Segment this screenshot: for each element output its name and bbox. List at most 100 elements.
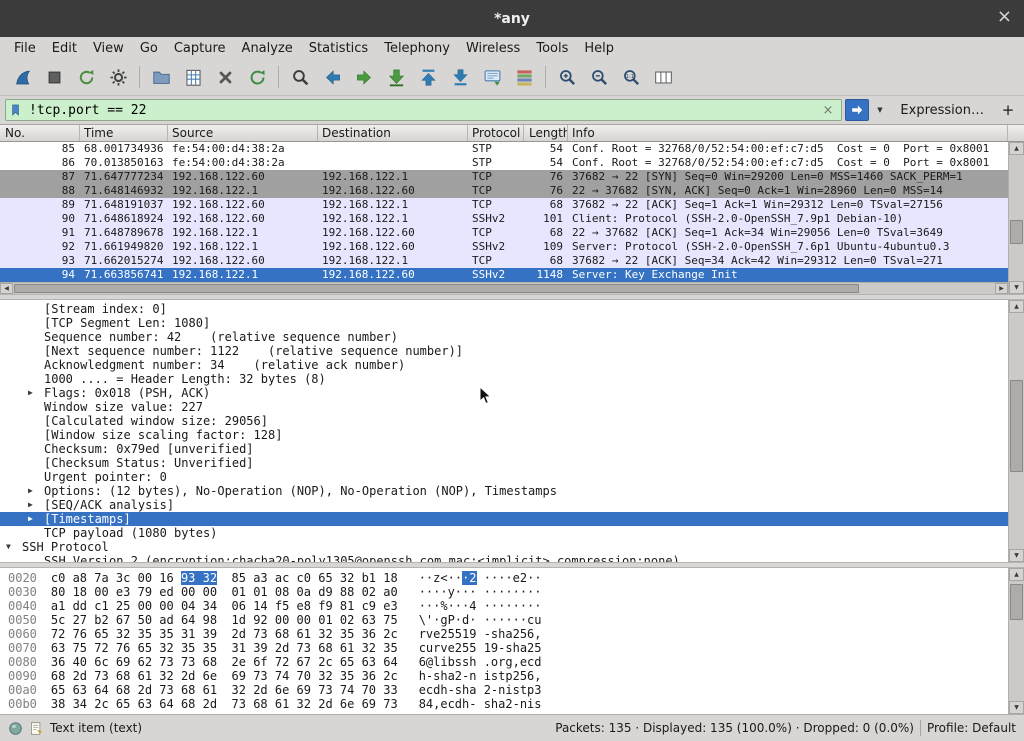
toolbar-start-capture-button[interactable] [7,63,37,91]
scroll-down-arrow[interactable] [1009,701,1024,714]
bytes-vertical-scrollbar[interactable] [1008,568,1024,714]
titlebar[interactable]: *any [0,0,1024,37]
menu-edit[interactable]: Edit [44,39,85,58]
toolbar-zoom-in-button[interactable] [552,63,582,91]
column-header-length[interactable]: Length [524,125,568,141]
capture-comment-icon[interactable] [29,721,44,736]
detail-line-checksum-status[interactable]: [Checksum Status: Unverified] [0,456,1008,470]
scroll-down-arrow[interactable] [1009,549,1024,562]
toolbar-go-last-button[interactable] [445,63,475,91]
menu-help[interactable]: Help [576,39,622,58]
detail-line-ssh-protocol[interactable]: SSH Protocol [0,540,1008,554]
detail-line-stream-index[interactable]: [Stream index: 0] [0,302,1008,316]
detail-line-options[interactable]: Options: (12 bytes), No-Operation (NOP),… [0,484,1008,498]
toolbar-resize-columns-button[interactable] [648,63,678,91]
expand-arrow-icon[interactable] [28,498,44,512]
detail-line-window-scaling[interactable]: [Window size scaling factor: 128] [0,428,1008,442]
scroll-left-arrow[interactable] [0,283,13,294]
expand-arrow-icon[interactable] [28,386,44,400]
toolbar-find-packet-button[interactable] [285,63,315,91]
detail-line-timestamps-selected[interactable]: [Timestamps] [0,512,1008,526]
vertical-scrollbar-thumb[interactable] [1010,220,1023,244]
clear-filter-icon[interactable] [819,103,838,118]
toolbar-zoom-out-button[interactable] [584,63,614,91]
toolbar-save-file-button[interactable] [178,63,208,91]
packet-row-87[interactable]: 8771.647777234192.168.122.60192.168.122.… [0,170,1008,184]
menu-statistics[interactable]: Statistics [301,39,376,58]
packet-row-89[interactable]: 8971.648191037192.168.122.60192.168.122.… [0,198,1008,212]
menu-analyze[interactable]: Analyze [234,39,301,58]
detail-line-ack-number[interactable]: Acknowledgment number: 34 (relative ack … [0,358,1008,372]
scroll-right-arrow[interactable] [995,283,1008,294]
detail-line-sequence-number[interactable]: Sequence number: 42 (relative sequence n… [0,330,1008,344]
add-filter-button[interactable]: + [997,101,1019,119]
toolbar-stop-capture-button[interactable] [39,63,69,91]
toolbar-open-file-button[interactable] [146,63,176,91]
display-filter-input[interactable]: !tcp.port == 22 [5,99,842,121]
hex-row[interactable]: 00b038 34 2c 65 63 64 68 2d 73 68 61 32 … [8,697,1008,711]
packet-row-94-selected[interactable]: 9471.663856741192.168.122.1192.168.122.6… [0,268,1008,282]
expression-button[interactable]: Expression… [890,103,994,118]
menu-file[interactable]: File [6,39,44,58]
packet-row-88[interactable]: 8871.648146932192.168.122.1192.168.122.6… [0,184,1008,198]
detail-line-next-sequence[interactable]: [Next sequence number: 1122 (relative se… [0,344,1008,358]
status-profile[interactable]: Profile: Default [927,721,1016,735]
filter-bookmark-icon[interactable] [10,102,23,118]
window-close-button[interactable] [997,7,1012,27]
toolbar-go-forward-button[interactable] [349,63,379,91]
horizontal-scrollbar-thumb[interactable] [14,284,859,293]
expert-info-icon[interactable] [8,721,23,736]
column-header-no[interactable]: No. [0,125,80,141]
filter-history-dropdown[interactable] [872,99,887,121]
hex-row[interactable]: 00a065 63 64 68 2d 73 68 61 32 2d 6e 69 … [8,683,1008,697]
details-vertical-scrollbar[interactable] [1008,300,1024,562]
column-header-time[interactable]: Time [80,125,168,141]
menu-telephony[interactable]: Telephony [376,39,458,58]
hex-row[interactable]: 00505c 27 b2 67 50 ad 64 98 1d 92 00 00 … [8,613,1008,627]
toolbar-capture-options-button[interactable] [103,63,133,91]
detail-line-checksum[interactable]: Checksum: 0x79ed [unverified] [0,442,1008,456]
menu-wireless[interactable]: Wireless [458,39,528,58]
toolbar-auto-scroll-button[interactable] [477,63,507,91]
hex-row[interactable]: 009068 2d 73 68 61 32 2d 6e 69 73 74 70 … [8,669,1008,683]
menu-view[interactable]: View [85,39,132,58]
packet-list-horizontal-scrollbar[interactable] [0,282,1008,294]
column-header-destination[interactable]: Destination [318,125,468,141]
hex-row[interactable]: 0040a1 dd c1 25 00 00 04 34 06 14 f5 e8 … [8,599,1008,613]
collapse-arrow-icon[interactable] [6,540,22,554]
menu-capture[interactable]: Capture [166,39,234,58]
detail-line-urgent-pointer[interactable]: Urgent pointer: 0 [0,470,1008,484]
detail-line-ssh-version[interactable]: SSH Version 2 (encryption:chacha20-poly1… [0,554,1008,562]
hex-row[interactable]: 008036 40 6c 69 62 73 73 68 2e 6f 72 67 … [8,655,1008,669]
detail-line-tcp-payload[interactable]: TCP payload (1080 bytes) [0,526,1008,540]
hex-row[interactable]: 006072 76 65 32 35 35 31 39 2d 73 68 61 … [8,627,1008,641]
scroll-down-arrow[interactable] [1009,281,1024,294]
hex-row[interactable]: 007063 75 72 76 65 32 35 35 31 39 2d 73 … [8,641,1008,655]
hex-row[interactable]: 0020c0 a8 7a 3c 00 16 93 32 85 a3 ac c0 … [8,571,1008,585]
detail-line-flags[interactable]: Flags: 0x018 (PSH, ACK) [0,386,1008,400]
detail-line-calculated-window[interactable]: [Calculated window size: 29056] [0,414,1008,428]
column-header-source[interactable]: Source [168,125,318,141]
detail-line-header-length[interactable]: 1000 .... = Header Length: 32 bytes (8) [0,372,1008,386]
packet-row-90[interactable]: 9071.648618924192.168.122.60192.168.122.… [0,212,1008,226]
toolbar-colorize-button[interactable] [509,63,539,91]
scroll-up-arrow[interactable] [1009,568,1024,581]
detail-line-seq-ack-analysis[interactable]: [SEQ/ACK analysis] [0,498,1008,512]
expand-arrow-icon[interactable] [28,484,44,498]
filter-value[interactable]: !tcp.port == 22 [23,103,819,118]
menu-go[interactable]: Go [132,39,166,58]
packet-row-85[interactable]: 8568.001734936fe:54:00:d4:38:2aSTP54Conf… [0,142,1008,156]
hex-row[interactable]: 003080 18 00 e3 79 ed 00 00 01 01 08 0a … [8,585,1008,599]
detail-line-window-size[interactable]: Window size value: 227 [0,400,1008,414]
scroll-up-arrow[interactable] [1009,142,1024,155]
column-header-protocol[interactable]: Protocol [468,125,524,141]
toolbar-go-to-packet-button[interactable] [381,63,411,91]
toolbar-go-back-button[interactable] [317,63,347,91]
packet-row-86[interactable]: 8670.013850163fe:54:00:d4:38:2aSTP54Conf… [0,156,1008,170]
packet-list-vertical-scrollbar[interactable] [1008,142,1024,294]
detail-line-segment-len[interactable]: [TCP Segment Len: 1080] [0,316,1008,330]
menu-tools[interactable]: Tools [528,39,576,58]
vertical-scrollbar-thumb[interactable] [1010,380,1023,472]
toolbar-restart-capture-button[interactable] [71,63,101,91]
column-header-info[interactable]: Info [568,125,1008,141]
